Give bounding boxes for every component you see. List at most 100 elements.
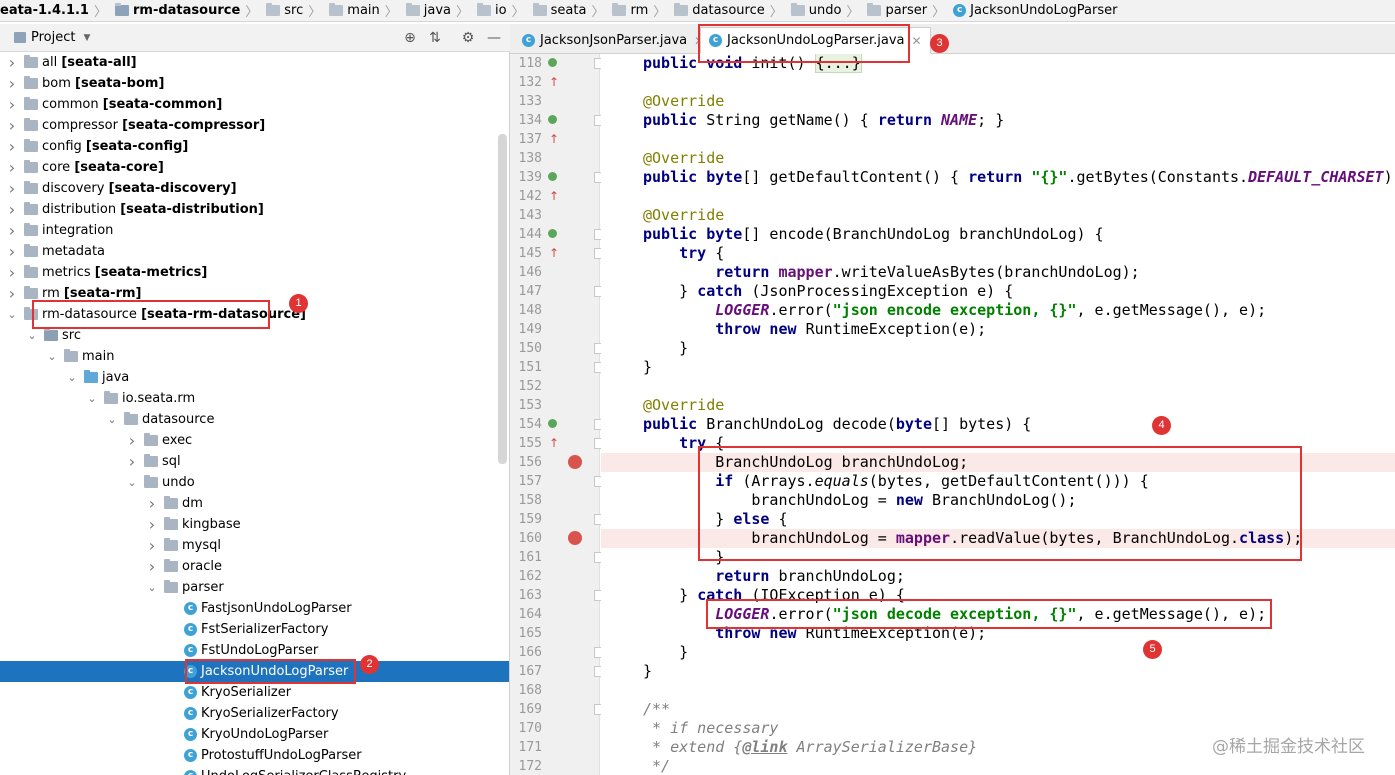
chevron-right-icon[interactable]: › <box>6 137 18 156</box>
code-line[interactable]: @Override <box>601 92 1395 111</box>
code-line[interactable] <box>601 681 1395 700</box>
chevron-right-icon[interactable]: › <box>6 74 18 93</box>
chevron-right-icon[interactable]: › <box>146 557 158 576</box>
code-line[interactable]: branchUndoLog = new BranchUndoLog(); <box>601 491 1395 510</box>
tree-item-sql[interactable]: › sql <box>0 451 509 472</box>
code-line[interactable]: public String getName() { return NAME; } <box>601 111 1395 130</box>
tree-item-integration[interactable]: › integration <box>0 220 509 241</box>
chevron-right-icon[interactable]: › <box>6 179 18 198</box>
tree-scrollbar[interactable] <box>498 134 507 464</box>
chevron-right-icon[interactable]: › <box>146 494 158 513</box>
code-line[interactable]: public byte[] getDefaultContent() { retu… <box>601 168 1395 187</box>
code-line[interactable]: LOGGER.error("json encode exception, {}"… <box>601 301 1395 320</box>
tree-item-kryoserializer[interactable]: c KryoSerializer <box>0 682 509 703</box>
tree-item-metrics[interactable]: › metrics [seata-metrics] <box>0 262 509 283</box>
code-line[interactable]: @Override <box>601 149 1395 168</box>
breadcrumb-item[interactable]: 〉 undo <box>765 0 841 21</box>
chevron-right-icon[interactable]: › <box>6 242 18 261</box>
tree-item-discovery[interactable]: › discovery [seata-discovery] <box>0 178 509 199</box>
close-icon[interactable]: ✕ <box>911 34 921 48</box>
locate-target-icon[interactable]: ⊕ <box>402 30 418 46</box>
code-line[interactable]: try { <box>601 434 1395 453</box>
project-view-selector[interactable]: Project ▼ <box>14 30 90 45</box>
minimize-icon[interactable]: — <box>486 30 502 46</box>
breadcrumb-item[interactable]: eata-1.4.1.1 <box>0 0 89 21</box>
code-line[interactable]: return branchUndoLog; <box>601 567 1395 586</box>
code-line[interactable]: } <box>601 548 1395 567</box>
code-line[interactable] <box>601 73 1395 92</box>
code-line[interactable] <box>601 130 1395 149</box>
chevron-down-icon[interactable]: ⌄ <box>86 392 98 405</box>
tree-item-main[interactable]: ⌄ main <box>0 346 509 367</box>
tree-item-src[interactable]: ⌄ src <box>0 325 509 346</box>
tree-item-kryoserializerfactory[interactable]: c KryoSerializerFactory <box>0 703 509 724</box>
implements-method-icon[interactable]: ↑ <box>548 111 564 146</box>
tree-item-java[interactable]: ⌄ java <box>0 367 509 388</box>
code-editor[interactable]: public void init() {...} @Override public … <box>601 54 1395 775</box>
chevron-right-icon[interactable]: › <box>6 284 18 303</box>
chevron-right-icon[interactable]: › <box>6 53 18 72</box>
chevron-right-icon[interactable]: › <box>6 95 18 114</box>
breadcrumb-item[interactable]: 〉 main <box>303 0 380 21</box>
breadcrumb-item[interactable]: 〉 c JacksonUndoLogParser <box>927 0 1117 21</box>
tree-item-core[interactable]: › core [seata-core] <box>0 157 509 178</box>
breadcrumb-item[interactable]: 〉 rm <box>586 0 648 21</box>
code-line[interactable]: LOGGER.error("json decode exception, {}"… <box>601 605 1395 624</box>
breakpoint-icon[interactable] <box>568 455 582 469</box>
code-line[interactable]: } catch (IOException e) { <box>601 586 1395 605</box>
chevron-down-icon[interactable]: ⌄ <box>146 581 158 594</box>
tree-item-fastjsonundologparser[interactable]: c FastjsonUndoLogParser <box>0 598 509 619</box>
tree-item-fstserializerfactory[interactable]: c FstSerializerFactory <box>0 619 509 640</box>
tree-item-config[interactable]: › config [seata-config] <box>0 136 509 157</box>
tree-item-parser[interactable]: ⌄ parser <box>0 577 509 598</box>
breadcrumb-item[interactable]: 〉 parser <box>841 0 927 21</box>
chevron-right-icon[interactable]: › <box>6 221 18 240</box>
code-line[interactable] <box>601 187 1395 206</box>
code-line[interactable]: public BranchUndoLog decode(byte[] bytes… <box>601 415 1395 434</box>
breadcrumb-item[interactable]: 〉 src <box>240 0 303 21</box>
tree-item-bom[interactable]: › bom [seata-bom] <box>0 73 509 94</box>
tree-item-distribution[interactable]: › distribution [seata-distribution] <box>0 199 509 220</box>
chevron-right-icon[interactable]: › <box>6 200 18 219</box>
code-line[interactable]: /** <box>601 700 1395 719</box>
tree-item-common[interactable]: › common [seata-common] <box>0 94 509 115</box>
code-line[interactable]: return mapper.writeValueAsBytes(branchUn… <box>601 263 1395 282</box>
chevron-right-icon[interactable]: › <box>146 515 158 534</box>
tree-item-dm[interactable]: › dm <box>0 493 509 514</box>
tree-item-undo[interactable]: ⌄ undo <box>0 472 509 493</box>
implements-method-icon[interactable]: ↑ <box>548 54 564 89</box>
breadcrumb-item[interactable]: 〉 java <box>380 0 451 21</box>
code-line[interactable]: throw new RuntimeException(e); <box>601 320 1395 339</box>
breadcrumb-item[interactable]: 〉 rm-datasource <box>89 0 240 21</box>
code-line[interactable]: @Override <box>601 396 1395 415</box>
breadcrumb-item[interactable]: 〉 io <box>451 0 507 21</box>
tree-item-kingbase[interactable]: › kingbase <box>0 514 509 535</box>
code-line[interactable]: } catch (JsonProcessingException e) { <box>601 282 1395 301</box>
tree-item-rm[interactable]: › rm [seata-rm] <box>0 283 509 304</box>
tree-item-metadata[interactable]: › metadata <box>0 241 509 262</box>
tree-item-fstundologparser[interactable]: c FstUndoLogParser <box>0 640 509 661</box>
tree-item-exec[interactable]: › exec <box>0 430 509 451</box>
chevron-right-icon[interactable]: › <box>146 536 158 555</box>
breadcrumb-item[interactable]: 〉 datasource <box>648 0 765 21</box>
code-line[interactable]: try { <box>601 244 1395 263</box>
code-line[interactable]: } <box>601 358 1395 377</box>
tree-item-undologserializerclassregistry[interactable]: c UndoLogSerializerClassRegistry <box>0 766 509 775</box>
code-line[interactable]: throw new RuntimeException(e); <box>601 624 1395 643</box>
code-line[interactable]: } <box>601 643 1395 662</box>
tree-item-kryoundologparser[interactable]: c KryoUndoLogParser <box>0 724 509 745</box>
tree-item-oracle[interactable]: › oracle <box>0 556 509 577</box>
implements-method-icon[interactable]: ↑ <box>548 168 564 203</box>
code-line[interactable]: public byte[] encode(BranchUndoLog branc… <box>601 225 1395 244</box>
tree-item-io-seata-rm[interactable]: ⌄ io.seata.rm <box>0 388 509 409</box>
chevron-right-icon[interactable]: › <box>126 452 138 471</box>
tree-item-all[interactable]: › all [seata-all] <box>0 52 509 73</box>
chevron-right-icon[interactable]: › <box>126 431 138 450</box>
tab-jackson-undo-log-parser[interactable]: c JacksonUndoLogParser.java ✕ <box>700 27 931 54</box>
code-line[interactable]: @Override <box>601 206 1395 225</box>
chevron-down-icon[interactable]: ⌄ <box>46 350 58 363</box>
code-line[interactable]: */ <box>601 757 1395 775</box>
code-line[interactable]: } <box>601 662 1395 681</box>
chevron-right-icon[interactable]: › <box>6 263 18 282</box>
tree-item-jacksonundologparser[interactable]: c JacksonUndoLogParser <box>0 661 509 682</box>
